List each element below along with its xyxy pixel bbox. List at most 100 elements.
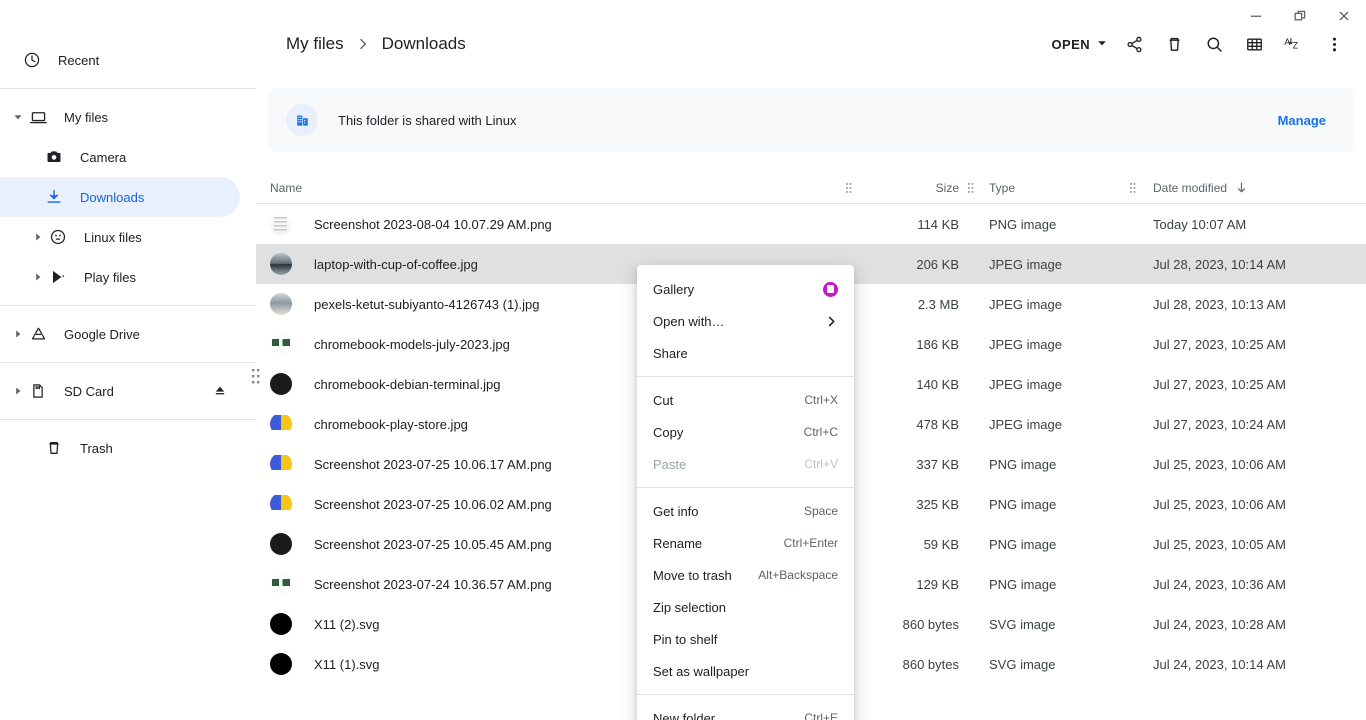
menu-item-shortcut: Alt+Backspace	[758, 568, 838, 582]
chevron-down-icon[interactable]	[8, 107, 28, 127]
sidebar-item-label: Recent	[58, 53, 99, 68]
file-size-label: 114 KB	[855, 217, 965, 232]
chevron-right-icon[interactable]	[28, 227, 48, 247]
file-thumbnail-icon	[270, 373, 292, 395]
gallery-app-icon	[823, 282, 838, 297]
file-date-label: Jul 27, 2023, 10:25 AM	[1139, 377, 1354, 392]
menu-item-share[interactable]: Share	[637, 337, 854, 369]
menu-item-cut[interactable]: CutCtrl+X	[637, 384, 854, 416]
chevron-right-icon[interactable]	[8, 324, 28, 344]
column-header-label: Type	[989, 181, 1015, 195]
breadcrumb-item-downloads[interactable]: Downloads	[376, 30, 472, 58]
close-button[interactable]	[1322, 0, 1366, 32]
file-thumbnail-icon	[270, 493, 292, 515]
open-button[interactable]: OPEN	[1040, 28, 1114, 60]
menu-item-label: Set as wallpaper	[653, 664, 838, 679]
sidebar-item-camera[interactable]: Camera	[0, 137, 240, 177]
manage-link[interactable]: Manage	[1270, 107, 1334, 134]
chevron-right-icon[interactable]	[28, 267, 48, 287]
restore-button[interactable]	[1278, 0, 1322, 32]
file-type-label: SVG image	[977, 617, 1127, 632]
sidebar-item-my-files[interactable]: My files	[0, 97, 240, 137]
sidebar-item-trash[interactable]: Trash	[0, 428, 240, 468]
column-header-label: Name	[270, 181, 302, 195]
file-name-label: Screenshot 2023-07-25 10.05.45 AM.png	[314, 537, 552, 552]
file-thumbnail-icon	[270, 533, 292, 555]
file-size-label: 140 KB	[855, 377, 965, 392]
shared-with-linux-banner: This folder is shared with Linux Manage	[268, 88, 1354, 152]
file-date-label: Jul 25, 2023, 10:06 AM	[1139, 457, 1354, 472]
trash-icon[interactable]	[1154, 24, 1194, 64]
sd-card-icon	[28, 381, 48, 401]
sidebar-divider	[0, 362, 256, 363]
column-resize-handle[interactable]	[1127, 181, 1139, 195]
menu-item-gallery[interactable]: Gallery	[637, 273, 854, 305]
sidebar-item-recent[interactable]: Recent	[0, 40, 240, 80]
menu-item-open-with[interactable]: Open with…	[637, 305, 854, 337]
sidebar-item-sd-card[interactable]: SD Card	[0, 371, 240, 411]
menu-item-rename[interactable]: RenameCtrl+Enter	[637, 527, 854, 559]
sidebar-item-play-files[interactable]: Play files	[0, 257, 240, 297]
context-menu: GalleryOpen with…Share CutCtrl+X Copy Ctrl+…	[637, 265, 854, 720]
file-list-header: Name Size Type Date modified	[256, 172, 1366, 204]
column-header-date-modified[interactable]: Date modified	[1139, 172, 1354, 203]
sidebar-item-label: Google Drive	[64, 327, 140, 342]
file-date-label: Jul 25, 2023, 10:06 AM	[1139, 497, 1354, 512]
sidebar-resize-handle[interactable]	[250, 365, 262, 389]
column-resize-handle[interactable]	[843, 181, 855, 195]
file-date-label: Jul 24, 2023, 10:14 AM	[1139, 657, 1354, 672]
file-size-label: 59 KB	[855, 537, 965, 552]
column-header-name[interactable]: Name	[270, 172, 843, 203]
sidebar-item-label: My files	[64, 110, 108, 125]
file-name-cell: Screenshot 2023-08-04 10.07.29 AM.png	[270, 213, 843, 235]
sidebar-item-downloads[interactable]: Downloads	[0, 177, 240, 217]
sidebar-item-label: Linux files	[84, 230, 142, 245]
file-date-label: Jul 24, 2023, 10:36 AM	[1139, 577, 1354, 592]
menu-item-copy[interactable]: Copy Ctrl+C	[637, 416, 854, 448]
menu-item-set-as-wallpaper[interactable]: Set as wallpaper	[637, 655, 854, 687]
file-name-label: Screenshot 2023-07-24 10.36.57 AM.png	[314, 577, 552, 592]
menu-separator	[637, 376, 854, 377]
menu-item-paste: PasteCtrl+V	[637, 448, 854, 480]
table-row[interactable]: Screenshot 2023-08-04 10.07.29 AM.png 114…	[256, 204, 1366, 244]
sidebar-divider	[0, 88, 256, 89]
menu-item-move-to-trash[interactable]: Move to trashAlt+Backspace	[637, 559, 854, 591]
minimize-button[interactable]	[1234, 0, 1278, 32]
file-date-label: Jul 27, 2023, 10:24 AM	[1139, 417, 1354, 432]
menu-item-new-folder[interactable]: New folderCtrl+E	[637, 702, 854, 720]
play-store-icon	[48, 267, 68, 287]
file-size-label: 206 KB	[855, 257, 965, 272]
sidebar-item-linux-files[interactable]: Linux files	[0, 217, 240, 257]
breadcrumb-item-my-files[interactable]: My files	[280, 30, 350, 58]
file-date-label: Jul 25, 2023, 10:05 AM	[1139, 537, 1354, 552]
open-button-label: OPEN	[1052, 37, 1090, 52]
menu-item-label: Copy	[653, 425, 786, 440]
google-drive-icon	[28, 324, 48, 344]
menu-item-label: Rename	[653, 536, 766, 551]
sidebar-divider	[0, 305, 256, 306]
linux-penguin-icon	[48, 227, 68, 247]
chevron-right-icon[interactable]	[8, 381, 28, 401]
file-type-label: JPEG image	[977, 417, 1127, 432]
column-header-size[interactable]: Size	[855, 172, 965, 203]
column-header-type[interactable]: Type	[977, 172, 1127, 203]
eject-button[interactable]	[208, 379, 232, 403]
share-icon[interactable]	[1114, 24, 1154, 64]
file-type-label: JPEG image	[977, 377, 1127, 392]
file-name-label: laptop-with-cup-of-coffee.jpg	[314, 257, 478, 272]
menu-item-pin-to-shelf[interactable]: Pin to shelf	[637, 623, 854, 655]
clock-icon	[22, 50, 42, 70]
menu-separator	[637, 694, 854, 695]
search-icon[interactable]	[1194, 24, 1234, 64]
menu-item-shortcut: Ctrl+C	[804, 425, 838, 439]
file-type-label: SVG image	[977, 657, 1127, 672]
column-resize-handle[interactable]	[965, 181, 977, 195]
sidebar-item-google-drive[interactable]: Google Drive	[0, 314, 240, 354]
menu-item-get-info[interactable]: Get infoSpace	[637, 495, 854, 527]
trash-icon	[44, 438, 64, 458]
file-size-label: 129 KB	[855, 577, 965, 592]
menu-item-zip-selection[interactable]: Zip selection	[637, 591, 854, 623]
file-type-label: JPEG image	[977, 297, 1127, 312]
file-date-label: Jul 27, 2023, 10:25 AM	[1139, 337, 1354, 352]
file-type-label: PNG image	[977, 217, 1127, 232]
